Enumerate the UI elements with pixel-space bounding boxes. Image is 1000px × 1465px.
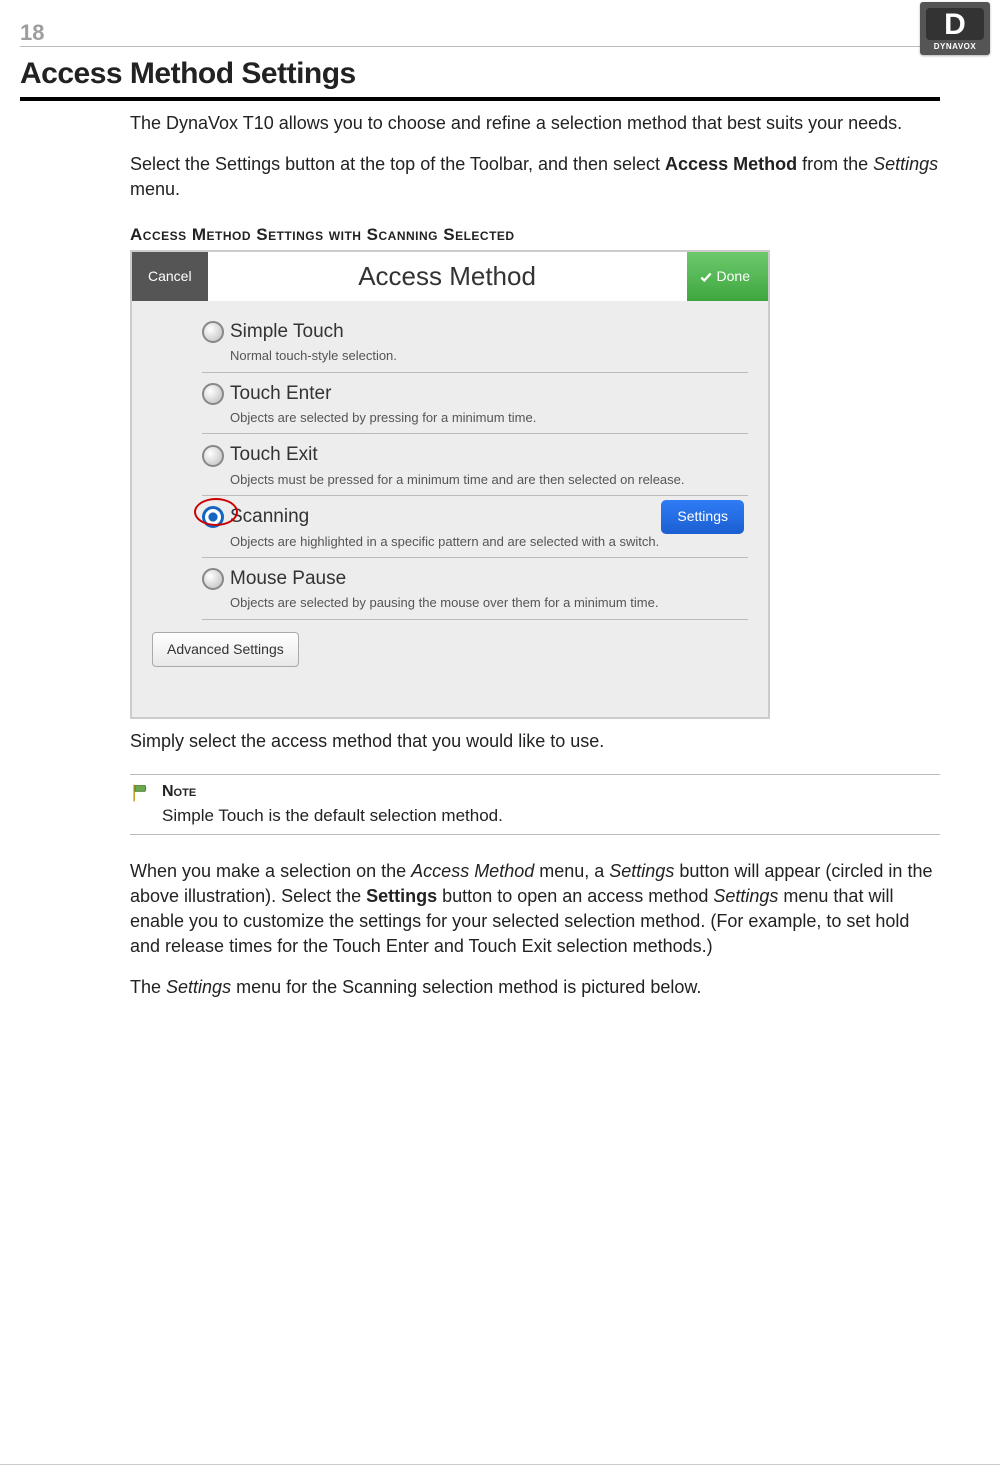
page-number: 18 (20, 20, 44, 46)
option-desc: Objects are selected by pausing the mous… (230, 594, 748, 612)
cancel-button[interactable]: Cancel (132, 252, 208, 300)
note-text: Simple Touch is the default selection me… (162, 804, 503, 828)
section-title: Access Method Settings (20, 57, 940, 101)
option-title: Touch Exit (230, 442, 318, 469)
body: The DynaVox T10 allows you to choose and… (130, 111, 940, 1001)
option-title: Scanning (230, 504, 309, 531)
option-touch-enter[interactable]: Touch Enter Objects are selected by pres… (202, 373, 748, 435)
note-content: Note Simple Touch is the default selecti… (162, 781, 503, 827)
option-mouse-pause[interactable]: Mouse Pause Objects are selected by paus… (202, 558, 748, 620)
after-figure-p2: When you make a selection on the Access … (130, 859, 940, 960)
option-title: Mouse Pause (230, 566, 346, 593)
access-method-screenshot: Cancel Access Method Done Simple Touch N… (130, 250, 770, 719)
brand-letter: D (926, 8, 984, 40)
radio-icon (202, 568, 224, 590)
radio-selected-icon (202, 506, 224, 528)
flag-icon (130, 783, 150, 803)
note-title: Note (162, 781, 503, 803)
radio-icon (202, 383, 224, 405)
intro-paragraph-1: The DynaVox T10 allows you to choose and… (130, 111, 940, 136)
option-touch-exit[interactable]: Touch Exit Objects must be pressed for a… (202, 434, 748, 496)
done-button[interactable]: Done (687, 252, 768, 300)
screenshot-header: Cancel Access Method Done (132, 252, 768, 300)
option-title: Touch Enter (230, 381, 331, 408)
screenshot-body: Simple Touch Normal touch-style selectio… (132, 301, 768, 718)
radio-icon (202, 445, 224, 467)
figure-caption: Access Method Settings with Scanning Sel… (130, 223, 940, 247)
after-figure-p1: Simply select the access method that you… (130, 729, 940, 754)
option-desc: Objects are highlighted in a specific pa… (230, 533, 748, 551)
page: 18 D DYNAVOX Access Method Settings The … (0, 0, 1000, 1465)
note-box: Note Simple Touch is the default selecti… (130, 774, 940, 834)
settings-button[interactable]: Settings (661, 500, 744, 534)
brand-logo: D DYNAVOX (920, 2, 990, 55)
option-desc: Normal touch-style selection. (230, 347, 748, 365)
option-title: Simple Touch (230, 319, 344, 346)
option-desc: Objects are selected by pressing for a m… (230, 409, 748, 427)
check-icon (699, 270, 713, 284)
intro-paragraph-2: Select the Settings button at the top of… (130, 152, 940, 202)
option-desc: Objects must be pressed for a minimum ti… (230, 471, 748, 489)
after-figure-p3: The Settings menu for the Scanning selec… (130, 975, 940, 1000)
radio-icon (202, 321, 224, 343)
advanced-settings-button[interactable]: Advanced Settings (152, 632, 299, 668)
brand-name: DYNAVOX (926, 42, 984, 51)
option-simple-touch[interactable]: Simple Touch Normal touch-style selectio… (202, 311, 748, 373)
option-scanning[interactable]: Scanning Settings Objects are highlighte… (202, 496, 748, 558)
header-row: 18 D DYNAVOX (20, 20, 940, 47)
screenshot-title: Access Method (208, 252, 687, 300)
